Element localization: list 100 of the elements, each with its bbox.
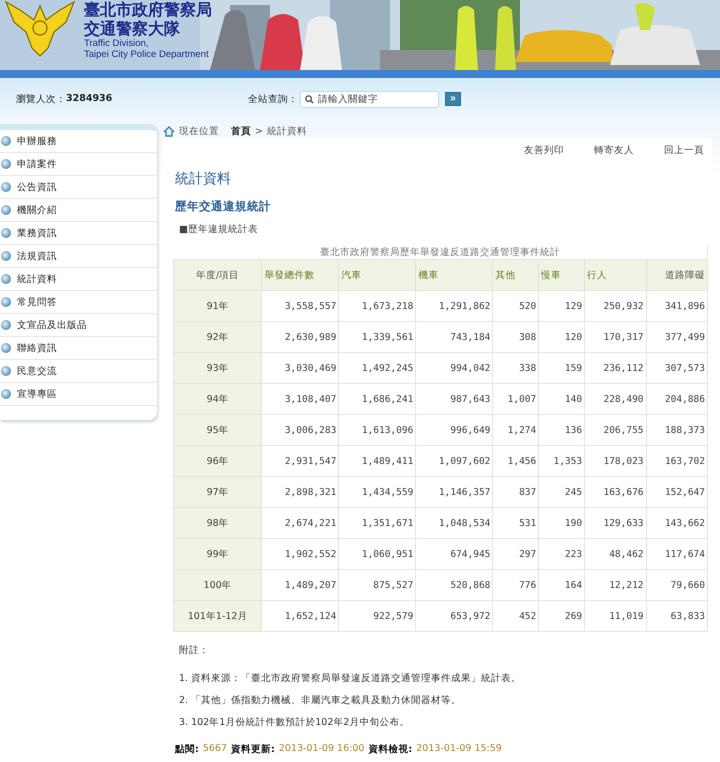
table-cell: 143,662 xyxy=(646,508,708,538)
row-header: 92年 xyxy=(174,322,262,352)
bullet-icon xyxy=(1,343,11,353)
bullet-icon xyxy=(1,159,11,169)
sidebar-item[interactable]: 公告資訊 xyxy=(0,176,157,199)
table-cell: 63,833 xyxy=(646,600,708,632)
table-cell: 341,896 xyxy=(646,290,708,322)
page-title: 統計資料 xyxy=(175,170,232,188)
breadcrumb-separator: > xyxy=(255,126,263,136)
section-title: 歷年交通違規統計 xyxy=(175,199,272,215)
table-cell: 159 xyxy=(538,352,585,384)
column-header[interactable]: 汽車 xyxy=(338,260,416,290)
table-cell: 377,499 xyxy=(646,322,708,352)
table-cell: 1,339,561 xyxy=(338,322,416,352)
table-cell: 1,007 xyxy=(492,384,539,414)
table-cell: 1,353 xyxy=(538,446,585,476)
table-cell: 79,660 xyxy=(646,570,708,600)
table-cell: 140 xyxy=(538,384,585,414)
sidebar-item[interactable]: 聯絡資訊 xyxy=(0,337,157,360)
notes-heading: 附註： xyxy=(179,644,210,658)
sidebar-item[interactable]: 民意交流 xyxy=(0,360,157,383)
eagle-emblem-icon xyxy=(4,0,76,58)
table-cell: 2,898,321 xyxy=(262,476,339,508)
bullet-icon xyxy=(1,182,11,192)
column-header[interactable]: 行人 xyxy=(584,260,646,290)
table-cell: 136 xyxy=(538,414,585,446)
sidebar-item[interactable]: 宣導專區 xyxy=(0,383,157,406)
table-cell: 987,643 xyxy=(416,384,493,414)
table-cell: 1,291,862 xyxy=(416,290,493,322)
column-header[interactable]: 機車 xyxy=(416,260,493,290)
column-header[interactable]: 其他 xyxy=(492,260,539,290)
search-label: 全站查詢： xyxy=(248,92,298,106)
table-cell: 1,097,602 xyxy=(416,446,493,476)
table-cell: 2,674,221 xyxy=(262,508,339,538)
table-cell: 1,456 xyxy=(492,446,539,476)
column-header: 年度/項目 xyxy=(174,260,262,290)
footer-label: 資料檢視: xyxy=(368,743,412,756)
search-field[interactable]: 請輸入關鍵字 xyxy=(300,90,439,108)
visitor-count: 3284936 xyxy=(66,92,112,106)
table-cell: 2,630,989 xyxy=(262,322,339,352)
sidebar-item[interactable]: 機關介紹 xyxy=(0,199,157,222)
sidebar-item[interactable]: 業務資訊 xyxy=(0,222,157,245)
table-cell: 236,112 xyxy=(584,352,646,384)
table-cell: 48,462 xyxy=(584,538,646,570)
table-cell: 520 xyxy=(492,290,539,322)
table-cell: 674,945 xyxy=(416,538,493,570)
table-cell: 338 xyxy=(492,352,539,384)
table-cell: 1,652,124 xyxy=(262,600,339,632)
sidebar-item[interactable]: 申請案件 xyxy=(0,153,157,176)
table-cell: 308 xyxy=(492,322,539,352)
table-cell: 875,527 xyxy=(338,570,416,600)
column-header[interactable]: 慢車 xyxy=(538,260,585,290)
table-cell: 206,755 xyxy=(584,414,646,446)
table-cell: 1,048,534 xyxy=(416,508,493,538)
breadcrumb-link[interactable]: 首頁 xyxy=(231,124,251,138)
agency-subtitle: Traffic Division, xyxy=(84,38,150,49)
note-item: 3. 102年1月份統計件數預計於102年2月中旬公布。 xyxy=(179,716,410,729)
table-cell: 11,019 xyxy=(584,600,646,632)
bullet-icon xyxy=(1,136,11,146)
column-header[interactable]: 舉發總件數 xyxy=(262,260,339,290)
search-button[interactable]: » xyxy=(445,92,461,106)
table-cell: 531 xyxy=(492,508,539,538)
footer-value: 2013-01-09 15:59 xyxy=(416,743,502,756)
table-cell: 1,613,096 xyxy=(338,414,416,446)
row-header: 93年 xyxy=(174,352,262,384)
table-cell: 1,274 xyxy=(492,414,539,446)
table-cell: 653,972 xyxy=(416,600,493,632)
bullet-icon xyxy=(1,251,11,261)
table-cell: 776 xyxy=(492,570,539,600)
table-cell: 1,673,218 xyxy=(338,290,416,322)
table-cell: 837 xyxy=(492,476,539,508)
sidebar-item[interactable]: 常見問答 xyxy=(0,291,157,314)
column-header: 道路障礙 xyxy=(646,260,708,290)
sidebar-item[interactable]: 文宣品及出版品 xyxy=(0,314,157,337)
tool-link[interactable]: 友善列印 xyxy=(524,144,564,158)
table-cell: 120 xyxy=(538,322,585,352)
table-cell: 3,006,283 xyxy=(262,414,339,446)
table-cell: 152,647 xyxy=(646,476,708,508)
table-cell: 250,932 xyxy=(584,290,646,322)
home-icon xyxy=(163,126,175,136)
table-cell: 223 xyxy=(538,538,585,570)
table-cell: 1,492,245 xyxy=(338,352,416,384)
row-header: 98年 xyxy=(174,508,262,538)
table-cell: 3,030,469 xyxy=(262,352,339,384)
footer-label: 點閱: xyxy=(175,743,199,756)
sidebar-item[interactable]: 法規資訊 xyxy=(0,245,157,268)
sidebar-item[interactable]: 申辦服務 xyxy=(0,130,157,153)
table-cell: 1,060,951 xyxy=(338,538,416,570)
table-cell: 170,317 xyxy=(584,322,646,352)
footer-value: 5667 xyxy=(202,743,227,756)
tool-link[interactable]: 回上一頁 xyxy=(664,144,704,158)
table-cell: 269 xyxy=(538,600,585,632)
table-cell: 1,489,207 xyxy=(262,570,339,600)
table-cell: 297 xyxy=(492,538,539,570)
sidebar-item[interactable]: 統計資料 xyxy=(0,268,157,291)
table-cell: 188,373 xyxy=(646,414,708,446)
table-cell: 922,579 xyxy=(338,600,416,632)
table-cell: 452 xyxy=(492,600,539,632)
table-cell: 129,633 xyxy=(584,508,646,538)
tool-link[interactable]: 轉寄友人 xyxy=(594,144,634,158)
